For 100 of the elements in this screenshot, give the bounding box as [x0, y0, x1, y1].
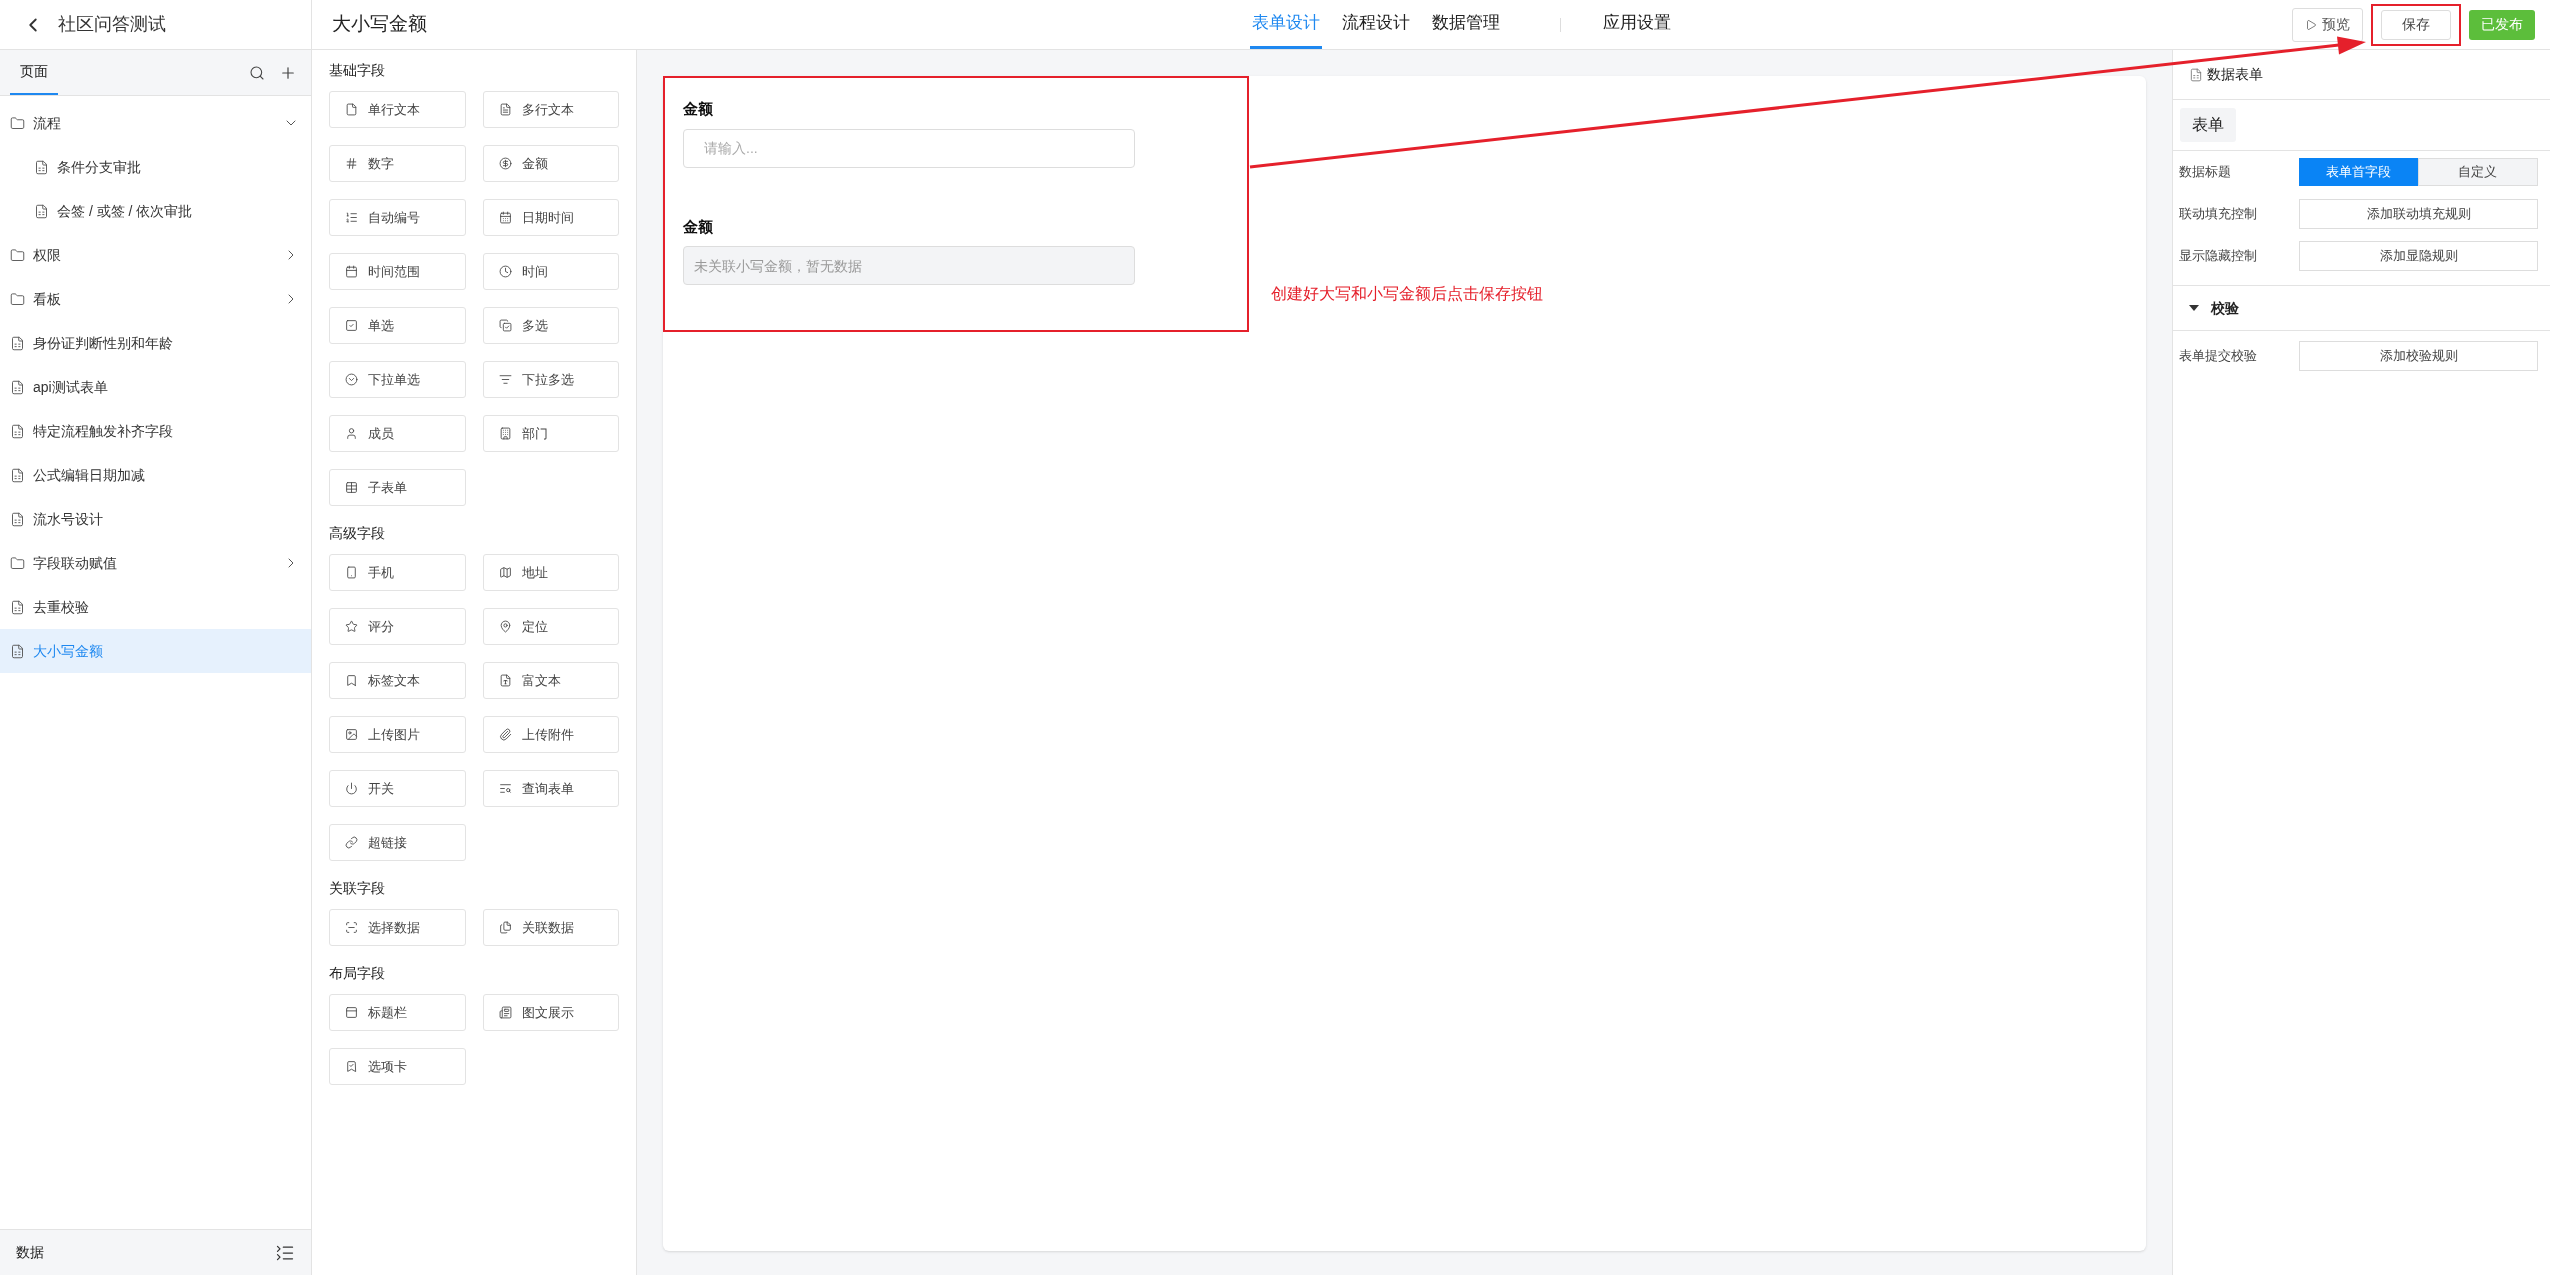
search-icon[interactable]	[249, 64, 265, 81]
bookmark-icon	[345, 674, 358, 687]
field-type-item[interactable]: 单行文本	[329, 91, 466, 128]
item-label: 大小写金额	[33, 641, 104, 661]
field-type-label: 手机	[368, 563, 394, 582]
sidebar-item[interactable]: 特定流程触发补齐字段	[0, 409, 311, 453]
amount-input[interactable]: 请输入...	[683, 128, 1135, 168]
field-type-item[interactable]: 定位	[482, 608, 619, 645]
field-type-item[interactable]: 上传附件	[482, 716, 619, 753]
annotation-text: 创建好大写和小写金额后点击保存按钮	[1271, 284, 1543, 304]
add-rule-button[interactable]: 添加显隐规则	[2299, 241, 2538, 271]
field-type-item[interactable]: 下拉单选	[329, 361, 466, 398]
section-title: 布局字段	[329, 963, 386, 983]
field-type-item[interactable]: 多选	[482, 307, 619, 344]
calendar-icon	[345, 265, 358, 278]
field-type-label: 时间	[521, 262, 548, 281]
preview-button[interactable]: 预览	[2292, 7, 2363, 42]
dropdown-icon	[345, 373, 358, 386]
field-type-item[interactable]: 单选	[329, 307, 466, 344]
sidebar-item[interactable]: 流程	[0, 101, 311, 145]
field-type-label: 日期时间	[521, 208, 574, 227]
nav-tab[interactable]: 流程设计	[1340, 0, 1412, 49]
field-type-item[interactable]: 时间	[482, 253, 619, 290]
document-icon	[498, 103, 512, 116]
field-type-item[interactable]: 日期时间	[482, 199, 619, 236]
segment-option[interactable]: 自定义	[2417, 158, 2538, 186]
item-label: 字段联动赋值	[33, 553, 118, 573]
sidebar-item[interactable]: 流水号设计	[0, 497, 311, 541]
field-type-label: 时间范围	[368, 262, 420, 281]
field-type-label: 金额	[521, 154, 548, 173]
sidebar-item[interactable]: 会签 / 或签 / 依次审批	[0, 189, 311, 233]
segment-option[interactable]: 表单首字段	[2299, 158, 2418, 186]
folder-icon	[10, 115, 25, 131]
document-icon	[2189, 67, 2203, 82]
sidebar-item[interactable]: api测试表单	[0, 365, 311, 409]
table-icon	[345, 481, 358, 494]
document-icon	[10, 335, 25, 351]
field-type-item[interactable]: 时间范围	[329, 253, 466, 290]
sidebar-item[interactable]: 看板	[0, 277, 311, 321]
field-type-item[interactable]: 选项卡	[329, 1048, 466, 1085]
caret-down-icon[interactable]	[2189, 303, 2199, 313]
nav-tab[interactable]: 数据管理	[1430, 0, 1502, 49]
field-type-label: 下拉多选	[521, 370, 574, 389]
field-type-item[interactable]: 关联数据	[482, 909, 619, 946]
add-rule-button[interactable]: 添加校验规则	[2299, 341, 2538, 371]
folder-icon	[10, 555, 25, 571]
item-label: 看板	[33, 289, 62, 309]
text-file-icon	[498, 674, 512, 687]
nav-tab[interactable]: 应用设置	[1601, 0, 1673, 49]
field-type-item[interactable]: 查询表单	[482, 770, 619, 807]
sidebar-item[interactable]: 条件分支审批	[0, 145, 311, 189]
field-type-item[interactable]: 下拉多选	[482, 361, 619, 398]
sidebar-item[interactable]: 公式编辑日期加减	[0, 453, 311, 497]
sidebar-item[interactable]: 身份证判断性别和年龄	[0, 321, 311, 365]
checkboxes-icon	[498, 319, 512, 332]
save-button[interactable]: 保存	[2381, 9, 2451, 40]
field-type-item[interactable]: 开关	[329, 770, 466, 807]
field-type-item[interactable]: 标签文本	[329, 662, 466, 699]
power-icon	[345, 782, 358, 795]
panel-tab[interactable]: 表单	[2180, 108, 2236, 142]
property-label: 表单提交校验	[2179, 347, 2258, 366]
field-type-label: 多行文本	[521, 100, 574, 119]
sidebar-item[interactable]: 权限	[0, 233, 311, 277]
field-type-item[interactable]: 超链接	[329, 824, 466, 861]
field-type-item[interactable]: 子表单	[329, 469, 466, 506]
phone-icon	[345, 566, 358, 579]
numbered-list-icon	[345, 211, 358, 224]
field-type-item[interactable]: 数字	[329, 145, 466, 182]
field-type-item[interactable]: 多行文本	[482, 91, 619, 128]
folder-icon	[10, 247, 25, 263]
sidebar-item[interactable]: 字段联动赋值	[0, 541, 311, 585]
field-type-label: 选项卡	[368, 1057, 407, 1076]
add-rule-button[interactable]: 添加联动填充规则	[2299, 199, 2538, 229]
field-type-label: 富文本	[521, 671, 561, 690]
section-title: 高级字段	[329, 523, 386, 543]
field-type-item[interactable]: 手机	[329, 554, 466, 591]
building-icon	[498, 427, 512, 440]
field-type-item[interactable]: 自动编号	[329, 199, 466, 236]
section-title: 关联字段	[329, 878, 386, 898]
field-type-label: 单行文本	[368, 100, 420, 119]
field-type-item[interactable]: 图文展示	[482, 994, 619, 1031]
filter-list-icon	[498, 373, 512, 386]
field-type-label: 上传附件	[521, 725, 574, 744]
panel-icon	[345, 1006, 358, 1019]
field-type-item[interactable]: 富文本	[482, 662, 619, 699]
field-type-item[interactable]: 成员	[329, 415, 466, 452]
field-label: 金额	[683, 216, 714, 237]
section-title: 校验	[2211, 298, 2239, 318]
field-type-item[interactable]: 上传图片	[329, 716, 466, 753]
footer-label: 数据	[16, 1243, 45, 1262]
field-type-label: 自动编号	[368, 208, 420, 227]
search-list-icon	[498, 782, 512, 795]
field-type-item[interactable]: 部门	[482, 415, 619, 452]
sidebar-tab[interactable]: 页面	[10, 50, 58, 95]
field-type-item[interactable]: 地址	[482, 554, 619, 591]
field-type-item[interactable]: 选择数据	[329, 909, 466, 946]
field-type-item[interactable]: 评分	[329, 608, 466, 645]
field-type-item[interactable]: 标题栏	[329, 994, 466, 1031]
sidebar-item[interactable]: 去重校验	[0, 585, 311, 629]
field-type-item[interactable]: 金额	[482, 145, 619, 182]
